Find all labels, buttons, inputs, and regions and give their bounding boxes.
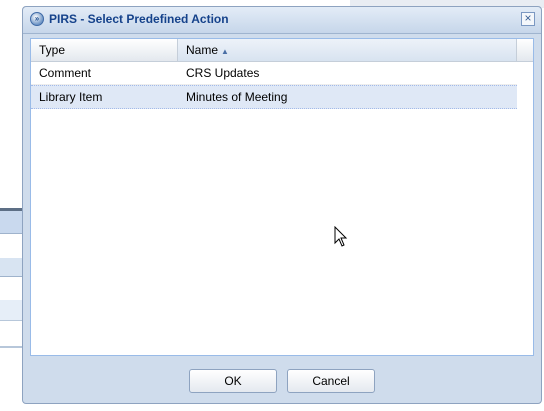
table-row[interactable]: Comment CRS Updates xyxy=(31,62,517,85)
cell-name: Minutes of Meeting xyxy=(186,90,288,104)
column-header-name[interactable]: Name ▲ xyxy=(178,39,517,61)
cancel-button[interactable]: Cancel xyxy=(287,369,375,393)
grid-header: Type Name ▲ xyxy=(31,39,533,62)
table-row-selected[interactable]: Library Item Minutes of Meeting xyxy=(31,85,517,109)
close-button[interactable]: × xyxy=(521,12,535,26)
cell-name: CRS Updates xyxy=(186,66,260,80)
double-chevron-right-icon: » xyxy=(30,12,44,26)
select-predefined-action-dialog: » PIRS - Select Predefined Action × Type… xyxy=(22,6,542,404)
sort-ascending-icon: ▲ xyxy=(221,47,229,56)
cell-type: Library Item xyxy=(39,90,103,104)
mouse-cursor-icon xyxy=(334,226,348,247)
column-header-label: Name xyxy=(186,43,219,57)
actions-grid: Type Name ▲ Comment CRS Updates Library I… xyxy=(30,38,534,356)
cell-type: Comment xyxy=(39,66,92,80)
dialog-titlebar[interactable]: » PIRS - Select Predefined Action × xyxy=(23,7,541,34)
column-header-label: Type xyxy=(39,43,66,57)
column-header-type[interactable]: Type xyxy=(31,39,178,61)
ok-button[interactable]: OK xyxy=(189,369,277,393)
dialog-title: PIRS - Select Predefined Action xyxy=(49,12,229,26)
